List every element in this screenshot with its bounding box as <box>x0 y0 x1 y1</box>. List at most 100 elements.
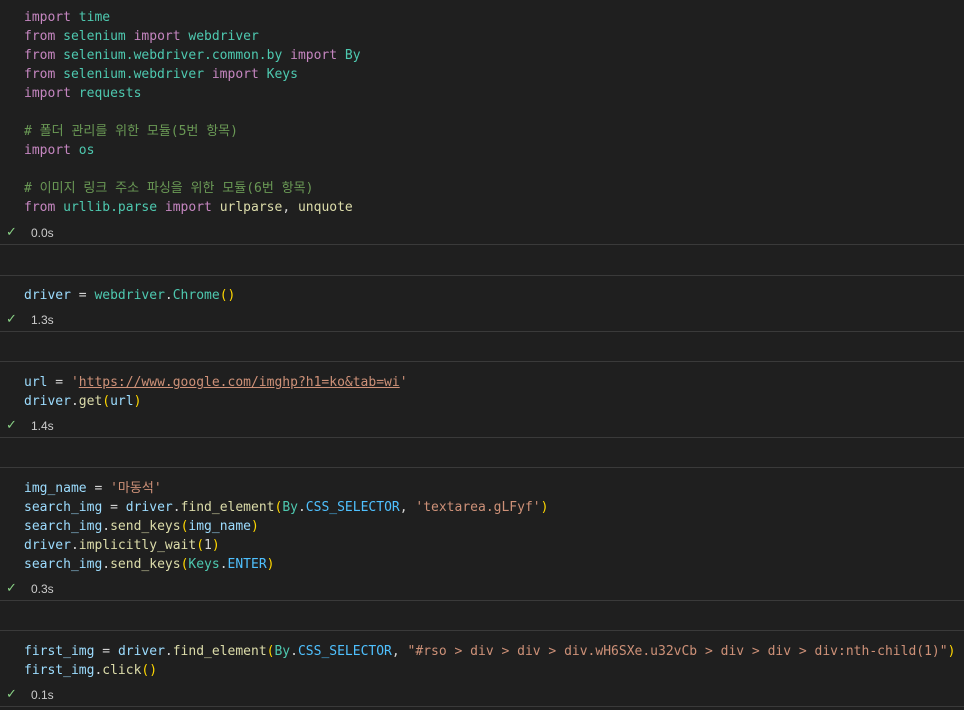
code-token: By <box>274 644 291 659</box>
code-editor[interactable]: import time from selenium import webdrive… <box>24 8 361 217</box>
code-token: send_keys <box>110 557 181 572</box>
code-token: By <box>282 500 298 515</box>
notebook-cell-5[interactable]: first_img = driver.find_element(By.CSS_S… <box>0 631 964 710</box>
code-token: time <box>78 10 111 25</box>
code-token: driver <box>24 538 71 553</box>
cell-divider <box>0 600 964 601</box>
code-token: 1 <box>204 538 212 553</box>
code-editor[interactable]: img_name = '마동석' search_img = driver.find… <box>24 479 548 574</box>
code-token: from <box>24 29 56 44</box>
code-token: send_keys <box>110 519 181 534</box>
notebook-cell-4[interactable]: img_name = '마동석' search_img = driver.find… <box>0 468 964 600</box>
code-token: . <box>219 557 228 572</box>
code-token: Keys <box>266 67 298 82</box>
code-line: import os <box>24 141 361 160</box>
code-token: ) <box>947 644 956 659</box>
code-token: search_img <box>24 519 103 534</box>
execution-time: 1.4s <box>31 419 54 433</box>
code-line: img_name = '마동석' <box>24 479 548 498</box>
code-line: first_img.click() <box>24 661 955 680</box>
code-editor[interactable]: url = 'https://www.google.com/imghp?h1=k… <box>24 373 408 411</box>
code-line: driver = webdriver.Chrome() <box>24 286 235 305</box>
code-token: driver <box>24 394 71 409</box>
code-line: from selenium.webdriver import Keys <box>24 65 361 84</box>
code-token: import <box>24 143 71 158</box>
execution-status: ✓ 0.0s <box>0 223 200 243</box>
execution-time: 0.1s <box>31 688 54 702</box>
code-token: webdriver <box>94 288 165 303</box>
code-token: unquote <box>297 200 353 215</box>
code-token: . <box>70 394 79 409</box>
code-token: search_img <box>24 557 103 572</box>
notebook-cell-2[interactable]: driver = webdriver.Chrome() ✓ 1.3s <box>0 276 964 331</box>
code-token: Keys <box>188 557 220 572</box>
code-editor[interactable]: driver = webdriver.Chrome() <box>24 286 235 305</box>
execution-status: ✓ 1.4s <box>0 416 200 436</box>
code-token: . <box>164 288 173 303</box>
code-token: driver <box>125 500 173 515</box>
code-token: import <box>24 86 71 101</box>
code-token: urllib.parse <box>63 200 158 215</box>
code-token: . <box>297 500 306 515</box>
code-token: os <box>78 143 95 158</box>
code-token: import <box>164 200 212 215</box>
execution-time: 0.0s <box>31 226 54 240</box>
code-line: from urllib.parse import urlparse, unquo… <box>24 198 361 217</box>
code-token: ' <box>399 375 408 390</box>
code-line: search_img.send_keys(img_name) <box>24 517 548 536</box>
code-token: '마동석' <box>110 481 162 496</box>
code-token: first_img <box>24 644 95 659</box>
notebook-cell-3[interactable]: url = 'https://www.google.com/imghp?h1=k… <box>0 362 964 437</box>
code-token: . <box>290 644 298 659</box>
cell-divider <box>0 706 964 707</box>
code-token: driver <box>117 644 165 659</box>
code-token: click <box>102 663 142 678</box>
code-token: . <box>172 500 181 515</box>
execution-status: ✓ 0.1s <box>0 685 200 705</box>
execution-status: ✓ 0.3s <box>0 579 200 599</box>
code-token: https://www.google.com/imghp?h1=ko&tab=w… <box>78 375 400 390</box>
code-token: ENTER <box>227 557 267 572</box>
code-token: search_img <box>24 500 103 515</box>
code-token: first_img <box>24 663 95 678</box>
code-token: driver <box>24 288 71 303</box>
code-token: ) <box>540 500 549 515</box>
check-icon: ✓ <box>6 687 17 702</box>
code-token: ) <box>133 394 142 409</box>
code-token: requests <box>78 86 142 101</box>
code-token: webdriver <box>188 29 259 44</box>
code-line: first_img = driver.find_element(By.CSS_S… <box>24 642 955 661</box>
cell-divider <box>0 437 964 438</box>
notebook-cell-1[interactable]: import time from selenium import webdrive… <box>0 0 964 244</box>
code-token: = <box>47 375 71 390</box>
code-token: from <box>24 67 56 82</box>
code-token: "#rso > div > div > div.wH6SXe.u32vCb > … <box>407 644 948 659</box>
code-token: , <box>391 644 408 659</box>
code-line: search_img.send_keys(Keys.ENTER) <box>24 555 548 574</box>
code-editor[interactable]: first_img = driver.find_element(By.CSS_S… <box>24 642 955 680</box>
code-token: from <box>24 48 56 63</box>
execution-status: ✓ 1.3s <box>0 310 200 330</box>
code-token: , <box>399 500 416 515</box>
code-token: import <box>290 48 338 63</box>
code-line: # 폴더 관리를 위한 모듈(5번 항목) <box>24 122 361 141</box>
code-token: selenium.webdriver.common.by <box>63 48 283 63</box>
code-token: () <box>141 663 158 678</box>
code-token: 'textarea.gLFyf' <box>415 500 541 515</box>
cell-divider <box>0 244 964 245</box>
code-token: Chrome <box>172 288 220 303</box>
code-token: ' <box>70 375 79 390</box>
code-token: implicitly_wait <box>78 538 197 553</box>
code-token: # 이미지 링크 주소 파싱을 위한 모듈(6번 항목) <box>24 181 314 196</box>
code-token: ( <box>102 394 111 409</box>
code-line: import time <box>24 8 361 27</box>
code-token: url <box>24 375 48 390</box>
